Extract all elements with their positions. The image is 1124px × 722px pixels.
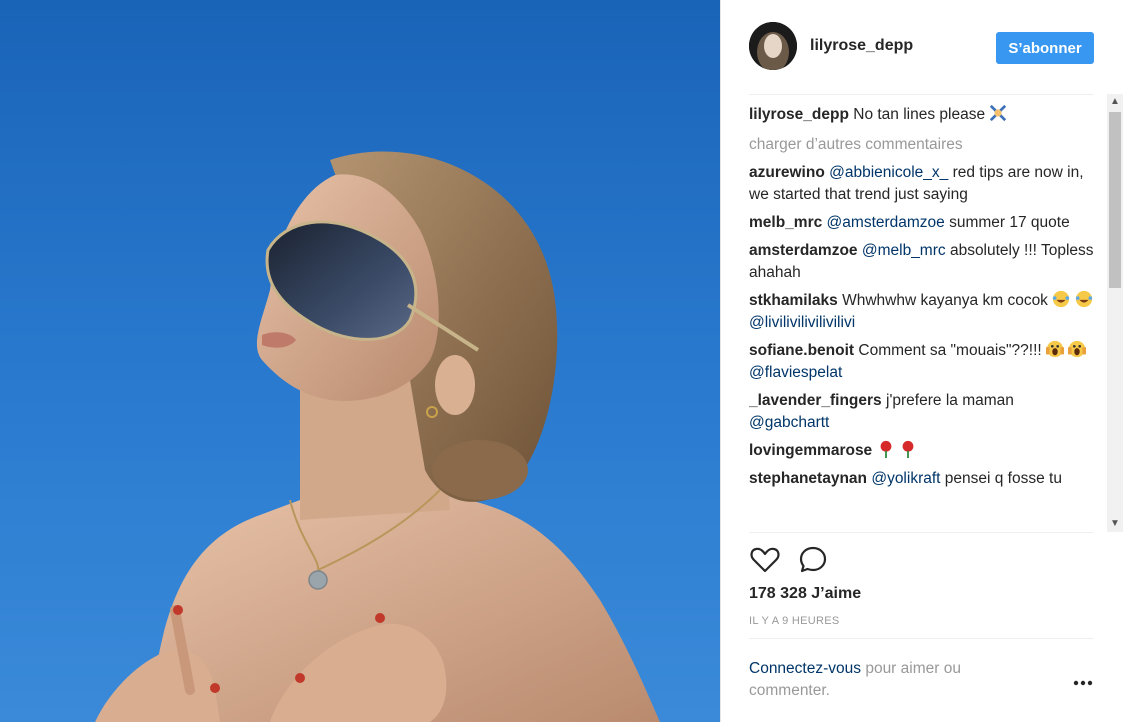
- comment-text: summer 17 quote: [944, 214, 1070, 231]
- load-more-comments-button[interactable]: charger d’autres commentaires: [749, 134, 1094, 156]
- comment-mention[interactable]: @gabchartt: [749, 414, 829, 431]
- comment-author[interactable]: azurewino: [749, 164, 825, 181]
- comment-author[interactable]: amsterdamzoe: [749, 242, 858, 259]
- laughing-emoji: [1075, 290, 1092, 308]
- caption: lilyrose_depp No tan lines please: [749, 104, 1094, 126]
- login-divider: [749, 638, 1094, 639]
- avatar-image: [749, 22, 797, 70]
- login-link[interactable]: Connectez-vous: [749, 660, 861, 677]
- comment-mention[interactable]: @flaviespelat: [749, 364, 842, 381]
- follow-button[interactable]: S’abonner: [996, 32, 1094, 64]
- scroll-up-icon[interactable]: ▲: [1107, 94, 1123, 110]
- comment-author[interactable]: stkhamilaks: [749, 292, 838, 309]
- comment-author[interactable]: melb_mrc: [749, 214, 822, 231]
- photo-illustration: [95, 151, 660, 722]
- list-item: _lavender_fingers j'prefere la maman @ga…: [749, 390, 1094, 434]
- comment-mention[interactable]: @yolikraft: [871, 470, 940, 487]
- heart-icon[interactable]: [749, 544, 781, 576]
- comment-text: j'prefere la maman: [886, 392, 1014, 409]
- list-item: lovingemmarose: [749, 440, 1094, 462]
- list-item: melb_mrc @amsterdamzoe summer 17 quote: [749, 212, 1094, 234]
- comment-author[interactable]: sofiane.benoit: [749, 342, 854, 359]
- comment-icon[interactable]: [797, 544, 829, 576]
- list-item: amsterdamzoe @melb_mrc absolutely !!! To…: [749, 240, 1094, 284]
- list-item: azurewino @abbienicole_x_ red tips are n…: [749, 162, 1094, 206]
- rose-emoji: [902, 440, 914, 458]
- post-photo[interactable]: [0, 0, 720, 722]
- rose-emoji: [880, 440, 891, 458]
- comment-mention[interactable]: @amsterdamzoe: [827, 214, 945, 231]
- login-prompt: Connectez-vous pour aimer ou commenter.: [749, 658, 1009, 702]
- dancers-emoji: [990, 104, 1007, 122]
- scream-emoji: [1068, 340, 1087, 358]
- more-icon[interactable]: [1073, 678, 1093, 688]
- comments-list: lilyrose_depp No tan lines please charge…: [749, 104, 1094, 532]
- comments-scrollbar[interactable]: ▲ ▼: [1107, 94, 1123, 532]
- scream-emoji: [1046, 340, 1065, 358]
- comment-mention[interactable]: @abbienicole_x_: [829, 164, 948, 181]
- post-actions: [749, 544, 849, 576]
- header-divider: [749, 94, 1094, 95]
- list-item: stkhamilaks Whwhwhw kayanya km cocok @li…: [749, 290, 1094, 334]
- comment-author[interactable]: lovingemmarose: [749, 442, 872, 459]
- scrollbar-thumb[interactable]: [1109, 112, 1121, 288]
- comment-mention[interactable]: @livilivilivilivilivi: [749, 314, 855, 331]
- avatar[interactable]: [749, 22, 797, 70]
- post-time: IL Y A 9 HEURES: [749, 615, 840, 627]
- scroll-down-icon[interactable]: ▼: [1107, 516, 1123, 532]
- header-username[interactable]: lilyrose_depp: [810, 37, 913, 55]
- comment-author[interactable]: _lavender_fingers: [749, 392, 882, 409]
- actions-divider: [749, 532, 1094, 533]
- post-side-panel: lilyrose_depp S’abonner lilyrose_depp No…: [720, 0, 1124, 722]
- list-item: sofiane.benoit Comment sa "mouais"??!!! …: [749, 340, 1094, 384]
- instagram-post-view: lilyrose_depp S’abonner lilyrose_depp No…: [0, 0, 1124, 722]
- comment-text: Whwhwhw kayanya km cocok: [842, 292, 1048, 309]
- list-item: stephanetaynan @yolikraft pensei q fosse…: [749, 468, 1094, 490]
- laughing-emoji: [1053, 290, 1070, 308]
- caption-author[interactable]: lilyrose_depp: [749, 106, 849, 123]
- comment-mention[interactable]: @melb_mrc: [862, 242, 946, 259]
- comment-text: Comment sa "mouais"??!!!: [858, 342, 1042, 359]
- likes-count[interactable]: 178 328 J’aime: [749, 585, 861, 603]
- post-header: lilyrose_depp S’abonner: [749, 22, 1094, 74]
- comment-author[interactable]: stephanetaynan: [749, 470, 867, 487]
- caption-text: No tan lines please: [853, 106, 986, 123]
- comment-text: pensei q fosse tu: [940, 470, 1062, 487]
